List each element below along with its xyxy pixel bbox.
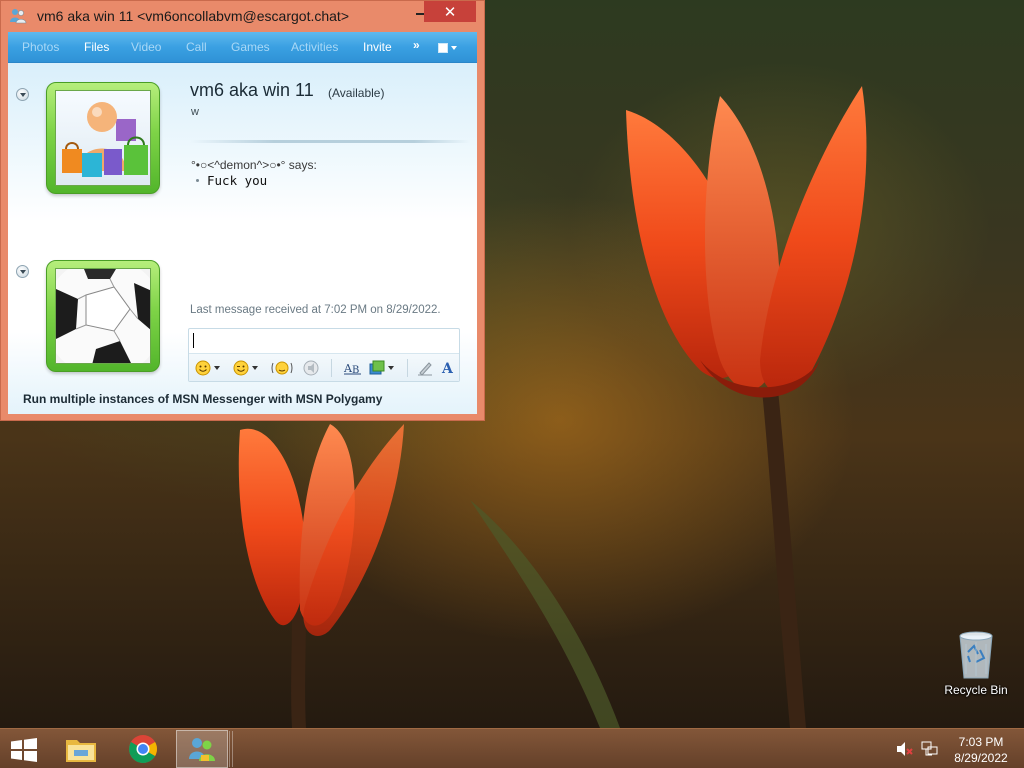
nudge-button[interactable] xyxy=(271,359,293,377)
shopping-avatar-image xyxy=(56,91,150,185)
text-color-button[interactable]: A xyxy=(441,359,455,377)
contact-name: vm6 aka win 11 xyxy=(190,80,314,100)
chevron-down-icon xyxy=(214,366,220,370)
nudge-icon xyxy=(271,361,293,375)
messenger-conversation-window[interactable]: vm6 aka win 11 <vm6oncollabvm@escargot.c… xyxy=(0,0,485,421)
toolbar-invite[interactable]: Invite xyxy=(363,40,392,54)
volume-muted-icon[interactable] xyxy=(896,741,914,757)
contact-avatar[interactable] xyxy=(46,82,160,194)
toolbar-separator xyxy=(407,359,408,377)
chevron-down-icon xyxy=(252,366,258,370)
formatting-toolbar: AB A xyxy=(189,353,459,381)
header-divider xyxy=(190,140,470,143)
emoticon-button[interactable] xyxy=(195,359,220,377)
menu-icon xyxy=(438,43,448,53)
contact-status: (Available) xyxy=(328,86,385,100)
promo-banner[interactable]: Run multiple instances of MSN Messenger … xyxy=(23,392,382,406)
text-color-icon: A xyxy=(441,361,454,376)
message-text: Fuck you xyxy=(207,173,268,188)
toolbar-activities[interactable]: Activities xyxy=(291,40,338,54)
taskbar: 7:03 PM 8/29/2022 xyxy=(0,728,1024,768)
toolbar-video[interactable]: Video xyxy=(131,40,161,54)
taskbar-chrome[interactable] xyxy=(116,730,170,768)
taskbar-file-explorer[interactable] xyxy=(54,730,108,768)
wink-icon xyxy=(233,360,249,376)
wink-button[interactable] xyxy=(233,359,258,377)
message-compose-box[interactable]: AB A xyxy=(188,328,460,382)
title-bar[interactable]: vm6 aka win 11 <vm6oncollabvm@escargot.c… xyxy=(1,1,484,31)
msn-messenger-icon xyxy=(189,738,215,761)
toolbar-more-button[interactable]: » xyxy=(413,38,420,52)
taskbar-msn-messenger[interactable] xyxy=(176,730,228,768)
show-menu-button[interactable] xyxy=(438,40,466,56)
conversation-toolbar: Photos Files Video Call Games Activities… xyxy=(8,32,477,63)
recycle-bin-icon xyxy=(959,631,993,679)
font-icon: AB xyxy=(343,362,361,376)
collapse-own-picture-button[interactable] xyxy=(16,265,29,278)
handwriting-button[interactable] xyxy=(417,359,433,377)
toolbar-call[interactable]: Call xyxy=(186,40,207,54)
last-message-received: Last message received at 7:02 PM on 8/29… xyxy=(190,304,441,316)
folder-icon xyxy=(66,740,96,762)
taskbar-group-indicator xyxy=(229,731,233,767)
svg-text:A: A xyxy=(441,361,454,376)
clock-time: 7:03 PM xyxy=(958,735,1004,749)
msn-messenger-icon xyxy=(10,9,27,24)
toolbar-photos[interactable]: Photos xyxy=(22,40,59,54)
network-icon[interactable] xyxy=(920,741,938,757)
toolbar-files[interactable]: Files xyxy=(84,40,109,54)
contact-personal-message: w xyxy=(191,106,199,118)
bullet-icon xyxy=(196,179,199,182)
chevron-down-icon xyxy=(19,92,26,97)
chrome-icon xyxy=(129,735,157,763)
conversation-pane: Photos Files Video Call Games Activities… xyxy=(8,32,477,414)
window-title: vm6 aka win 11 <vm6oncollabvm@escargot.c… xyxy=(37,8,349,24)
chevron-down-icon xyxy=(388,366,394,370)
font-button[interactable]: AB xyxy=(343,359,363,377)
recycle-bin-shortcut[interactable]: Recycle Bin xyxy=(940,630,1012,700)
background-button[interactable] xyxy=(369,359,394,377)
chevron-down-icon xyxy=(19,269,26,274)
message-sender-line: °•○<^demon^>○•° says: xyxy=(191,158,317,172)
toolbar-games[interactable]: Games xyxy=(231,40,270,54)
handwriting-icon xyxy=(418,362,432,376)
own-avatar[interactable] xyxy=(46,260,160,372)
smiley-icon xyxy=(195,360,211,376)
soccer-ball-avatar-image xyxy=(56,269,150,363)
taskbar-clock[interactable]: 7:03 PM 8/29/2022 xyxy=(946,734,1016,766)
chevron-down-icon xyxy=(451,46,457,50)
start-button[interactable] xyxy=(10,738,38,762)
message-item: Fuck you xyxy=(196,173,267,188)
voice-clip-button[interactable] xyxy=(303,359,319,377)
close-button[interactable]: ✕ xyxy=(424,1,476,22)
voice-clip-icon xyxy=(303,360,319,376)
clock-date: 8/29/2022 xyxy=(954,751,1008,765)
toolbar-separator xyxy=(331,359,332,377)
text-caret xyxy=(193,333,194,348)
recycle-bin-label: Recycle Bin xyxy=(944,683,1008,697)
background-icon xyxy=(369,360,385,375)
collapse-contact-picture-button[interactable] xyxy=(16,88,29,101)
message-input[interactable] xyxy=(191,331,457,351)
